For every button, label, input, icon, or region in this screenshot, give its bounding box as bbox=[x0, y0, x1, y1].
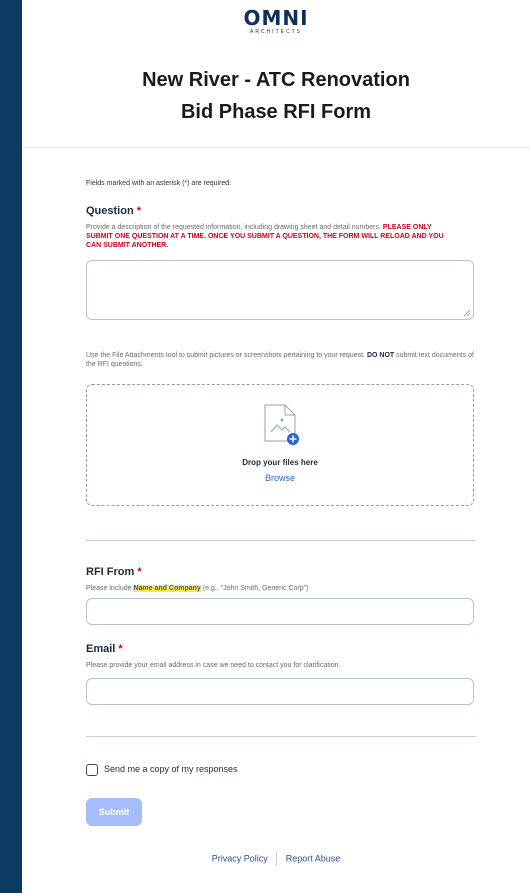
rfi-from-help: Please include Name and Company (e.g., "… bbox=[86, 584, 308, 593]
omni-logo: OMNI ARCHITECTS bbox=[22, 7, 530, 35]
title-line-1: New River - ATC Renovation bbox=[142, 69, 410, 91]
attachments-help: Use the File Attachments tool to submit … bbox=[86, 351, 476, 369]
form-header: OMNI ARCHITECTS New River - ATC Renovati… bbox=[22, 0, 530, 148]
submit-button[interactable]: Submit bbox=[86, 798, 142, 826]
send-copy-label[interactable]: Send me a copy of my responses bbox=[104, 764, 238, 774]
rfi-from-help-highlight: Name and Company bbox=[133, 585, 201, 592]
rfi-from-label: RFI From * bbox=[86, 566, 142, 578]
question-label-text: Question bbox=[86, 205, 134, 217]
divider bbox=[86, 540, 476, 541]
email-label-text: Email bbox=[86, 643, 116, 655]
attachments-help-bold: DO NOT bbox=[366, 352, 395, 359]
required-asterisk: * bbox=[118, 643, 123, 655]
rfi-from-help-before: Please include bbox=[86, 585, 132, 592]
question-help-text: Provide a description of the requested i… bbox=[86, 224, 381, 231]
resize-handle-icon[interactable] bbox=[464, 310, 470, 316]
title-line-2: Bid Phase RFI Form bbox=[180, 101, 372, 123]
footer: Privacy Policy Report Abuse bbox=[22, 852, 530, 866]
privacy-policy-link[interactable]: Privacy Policy bbox=[212, 853, 268, 863]
logo-text: OMNI bbox=[243, 6, 309, 30]
required-asterisk: * bbox=[136, 205, 142, 217]
rfi-from-help-after: (e.g., "John Smith, Generic Corp") bbox=[202, 585, 309, 592]
footer-separator bbox=[276, 852, 278, 866]
rfi-from-label-text: RFI From bbox=[86, 566, 135, 578]
logo-subtext: ARCHITECTS bbox=[250, 29, 302, 35]
drop-files-text: Drop your files here bbox=[242, 458, 318, 467]
divider bbox=[86, 736, 476, 737]
question-help: Provide a description of the requested i… bbox=[86, 223, 446, 250]
form-title: New River - ATC Renovation Bid Phase RFI… bbox=[22, 64, 530, 128]
attachments-help-text: Use the File Attachments tool to submit … bbox=[86, 352, 365, 359]
email-help: Please provide your email address in cas… bbox=[86, 662, 341, 669]
question-label: Question * bbox=[86, 205, 141, 217]
rfi-from-input[interactable] bbox=[86, 598, 474, 625]
report-abuse-link[interactable]: Report Abuse bbox=[286, 853, 341, 863]
email-label: Email * bbox=[86, 643, 123, 655]
image-file-icon bbox=[264, 404, 299, 445]
question-textarea[interactable] bbox=[86, 260, 474, 320]
form-card: OMNI ARCHITECTS New River - ATC Renovati… bbox=[22, 0, 530, 893]
email-input[interactable] bbox=[86, 678, 474, 705]
required-note: Fields marked with an asterisk (*) are r… bbox=[86, 180, 232, 187]
file-dropzone[interactable]: Drop your files here Browse bbox=[86, 384, 474, 506]
browse-link[interactable]: Browse bbox=[87, 473, 473, 483]
required-asterisk: * bbox=[137, 566, 142, 578]
send-copy-checkbox[interactable] bbox=[86, 764, 98, 776]
